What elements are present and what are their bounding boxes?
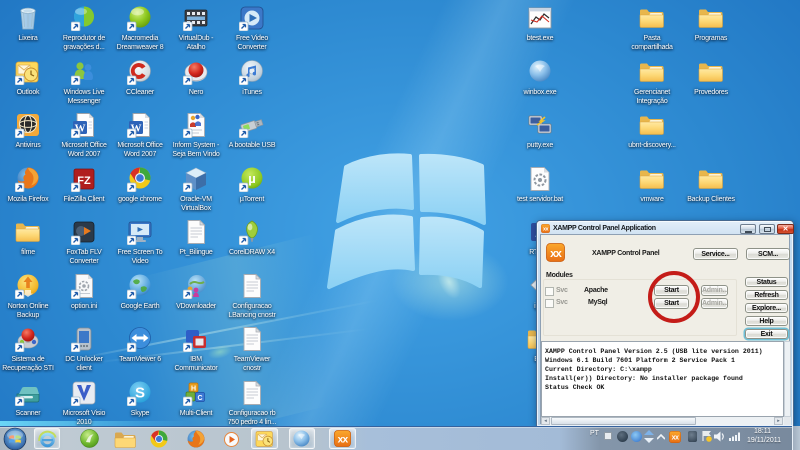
svg-text:xx: xx <box>672 433 679 442</box>
svg-text:xx: xx <box>338 434 349 445</box>
